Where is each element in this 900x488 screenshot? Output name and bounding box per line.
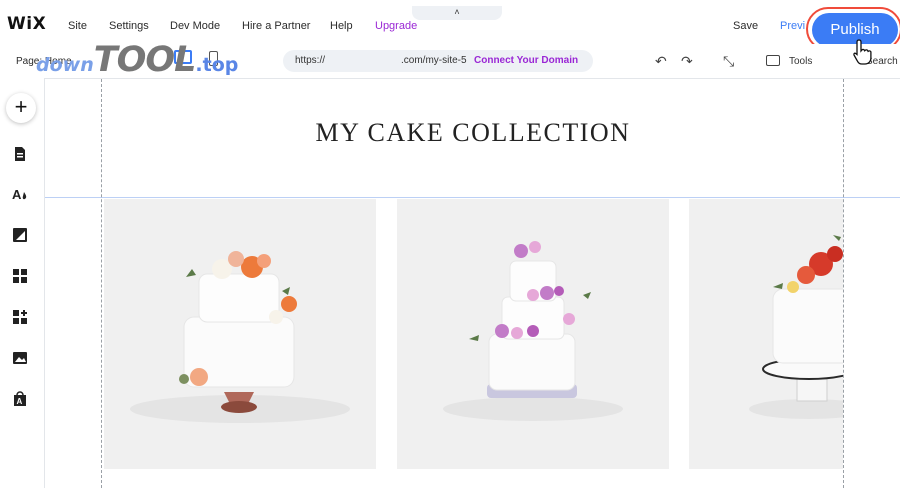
add-elements-button[interactable]: + (6, 93, 36, 123)
menu-help[interactable]: Help (330, 20, 353, 32)
redo-icon[interactable]: ↷ (681, 53, 693, 70)
section-divider-line (45, 197, 900, 198)
top-menu-bar: WiX Site Settings Dev Mode Hire a Partne… (0, 0, 900, 45)
cake-image-3[interactable] (689, 199, 843, 469)
two-tier-cake-image (104, 199, 376, 469)
cake-on-stand-image (689, 199, 843, 469)
design-icon[interactable]: A (12, 186, 28, 202)
app-market-icon[interactable]: A (12, 391, 28, 407)
three-tier-cake-image (397, 199, 669, 469)
site-url-bar[interactable]: https:// .com/my-site-5 Connect Your Dom… (283, 50, 593, 72)
svg-text:A: A (12, 187, 22, 202)
my-business-icon[interactable] (12, 309, 28, 325)
save-button[interactable]: Save (733, 20, 758, 32)
menu-dev-mode[interactable]: Dev Mode (170, 20, 220, 32)
menu-site[interactable]: Site (68, 20, 87, 32)
tools-button[interactable]: Tools (789, 56, 812, 67)
svg-text:A: A (17, 397, 23, 406)
url-prefix: https:// (295, 55, 326, 66)
chevron-up-icon: ˄ (454, 7, 460, 17)
media-icon[interactable] (12, 350, 28, 366)
tools-icon[interactable] (766, 55, 780, 66)
undo-icon[interactable]: ↶ (655, 53, 667, 70)
add-apps-icon[interactable] (12, 268, 28, 284)
cake-image-1[interactable] (104, 199, 376, 469)
zoom-out-icon[interactable]: ⤡ (723, 53, 734, 70)
pages-icon[interactable] (12, 146, 28, 162)
wix-logo[interactable]: WiX (7, 14, 46, 34)
menu-settings[interactable]: Settings (109, 20, 149, 32)
page-heading[interactable]: MY CAKE COLLECTION (102, 118, 844, 148)
connect-domain-link[interactable]: Connect Your Domain (474, 50, 578, 72)
preview-button[interactable]: Previ (780, 20, 805, 32)
url-path: .com/my-site-5 (401, 55, 467, 66)
menu-upgrade[interactable]: Upgrade (375, 20, 417, 32)
cake-image-2[interactable] (397, 199, 669, 469)
collapse-toolbar-button[interactable]: ˄ (412, 6, 502, 20)
background-icon[interactable] (12, 227, 28, 243)
watermark: downTOOL.top (36, 40, 239, 80)
menu-hire-a-partner[interactable]: Hire a Partner (242, 20, 310, 32)
hand-cursor-icon (853, 39, 872, 65)
